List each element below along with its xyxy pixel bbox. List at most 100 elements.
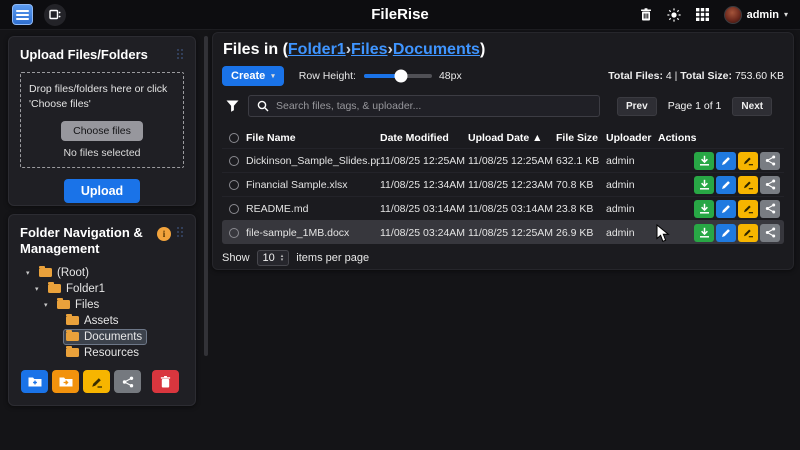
select-all-checkbox[interactable] — [229, 133, 239, 143]
delete-folder-button[interactable] — [152, 370, 179, 393]
totals-text: Total Files: 4 | Total Size: 753.60 KB — [608, 70, 784, 82]
share-button[interactable] — [760, 200, 780, 218]
search-input[interactable] — [276, 100, 591, 112]
total-files-label: Total Files: — [608, 70, 663, 82]
row-checkbox[interactable] — [229, 180, 239, 190]
pencil-line-icon — [743, 227, 754, 238]
info-icon[interactable] — [157, 227, 171, 241]
download-button[interactable] — [694, 176, 714, 194]
row-checkbox[interactable] — [229, 204, 239, 214]
row-checkbox[interactable] — [229, 156, 239, 166]
avatar — [724, 6, 742, 24]
folder-label: Folder1 — [66, 283, 105, 295]
cell-date-modified: 11/08/25 12:25AM — [380, 155, 468, 167]
share-nodes-icon — [765, 227, 776, 238]
edit-button[interactable] — [716, 152, 736, 170]
cell-file-size: 70.8 KB — [556, 179, 606, 191]
upload-card: Upload Files/Folders Drop files/folders … — [8, 36, 196, 206]
folder-tree-item[interactable]: ▾ Files — [26, 297, 184, 313]
edit-button[interactable] — [716, 200, 736, 218]
folder-tree-item[interactable]: ▾ (Root) — [26, 265, 184, 281]
next-page-button[interactable]: Next — [732, 97, 772, 116]
rename-button[interactable] — [738, 224, 758, 242]
panel-toggle-button[interactable] — [44, 4, 66, 26]
rename-folder-button[interactable] — [83, 370, 110, 393]
cell-file-name[interactable]: Dickinson_Sample_Slides.pptx — [246, 155, 380, 167]
user-menu[interactable]: admin ▾ — [724, 6, 788, 24]
download-button[interactable] — [694, 152, 714, 170]
items-per-page-select[interactable]: 10 ▴▾ — [257, 250, 290, 266]
cell-uploader: admin — [606, 227, 658, 239]
breadcrumb-link-documents[interactable]: Documents — [393, 41, 480, 58]
share-button[interactable] — [760, 224, 780, 242]
table-row[interactable]: file-sample_1MB.docx 11/08/25 03:24AM 11… — [222, 220, 784, 244]
folder-icon — [66, 316, 79, 325]
tree-caret-icon[interactable]: ▾ — [44, 301, 54, 309]
move-folder-button[interactable] — [52, 370, 79, 393]
table-row[interactable]: Financial Sample.xlsx 11/08/25 12:34AM 1… — [222, 172, 784, 196]
drag-handle-icon[interactable] — [177, 227, 184, 238]
tree-caret-icon[interactable]: ▾ — [26, 269, 36, 277]
vertical-scrollbar[interactable] — [204, 36, 208, 356]
folder-tree-item[interactable]: Assets — [26, 313, 184, 329]
pencil-icon — [721, 203, 732, 214]
folder-tree-item[interactable]: Documents — [26, 329, 184, 345]
share-button[interactable] — [760, 152, 780, 170]
header-file-size[interactable]: File Size — [556, 132, 606, 144]
create-button[interactable]: Create ▾ — [222, 66, 284, 86]
folder-icon — [66, 332, 79, 341]
download-button[interactable] — [694, 224, 714, 242]
file-dropzone[interactable]: Drop files/folders here or click 'Choose… — [20, 72, 184, 167]
topbar: FileRise — [0, 0, 800, 30]
heading-prefix: Files in ( — [223, 41, 288, 58]
total-files-value: 4 — [666, 70, 672, 82]
share-button[interactable] — [760, 176, 780, 194]
cell-file-name[interactable]: file-sample_1MB.docx — [246, 227, 380, 239]
breadcrumb-link-folder1[interactable]: Folder1 — [288, 41, 346, 58]
folder-label: Assets — [84, 315, 119, 327]
header-upload-date[interactable]: Upload Date ▲ — [468, 132, 556, 144]
header-file-name[interactable]: File Name — [246, 132, 380, 144]
table-row[interactable]: Dickinson_Sample_Slides.pptx 11/08/25 12… — [222, 148, 784, 172]
grid-view-icon[interactable] — [696, 8, 709, 21]
theme-toggle-sun-icon[interactable] — [667, 8, 681, 22]
cell-file-name[interactable]: README.md — [246, 203, 380, 215]
header-uploader[interactable]: Uploader — [606, 132, 658, 144]
choose-files-button[interactable]: Choose files — [61, 121, 143, 141]
create-folder-button[interactable] — [21, 370, 48, 393]
table-row[interactable]: README.md 11/08/25 03:14AM 11/08/25 03:1… — [222, 196, 784, 220]
header-date-modified[interactable]: Date Modified — [380, 132, 468, 144]
chevron-down-icon: ▾ — [784, 10, 788, 19]
trash-icon[interactable] — [640, 8, 652, 21]
table-header-row: File Name Date Modified Upload Date ▲ Fi… — [222, 127, 784, 148]
rename-button[interactable] — [738, 176, 758, 194]
edit-button[interactable] — [716, 176, 736, 194]
prev-page-button[interactable]: Prev — [617, 97, 657, 116]
search-box[interactable] — [248, 95, 600, 117]
share-nodes-icon — [765, 179, 776, 190]
download-button[interactable] — [694, 200, 714, 218]
folder-tree-item[interactable]: Resources — [26, 345, 184, 361]
upload-button[interactable]: Upload — [64, 179, 140, 203]
tree-caret-icon[interactable]: ▾ — [35, 285, 45, 293]
filter-button[interactable] — [226, 100, 239, 112]
create-button-label: Create — [231, 70, 265, 82]
total-size-label: Total Size: — [680, 70, 732, 82]
row-height-slider[interactable] — [364, 74, 432, 78]
drag-handle-icon[interactable] — [177, 49, 184, 60]
edit-button[interactable] — [716, 224, 736, 242]
folder-tree-item[interactable]: ▾ Folder1 — [26, 281, 184, 297]
row-checkbox[interactable] — [229, 228, 239, 238]
rename-button[interactable] — [738, 152, 758, 170]
cell-file-name[interactable]: Financial Sample.xlsx — [246, 179, 380, 191]
slider-thumb[interactable] — [395, 70, 408, 83]
row-height-value: 48px — [439, 70, 462, 82]
search-icon — [257, 100, 269, 112]
share-nodes-icon — [765, 155, 776, 166]
share-folder-button[interactable] — [114, 370, 141, 393]
rename-button[interactable] — [738, 200, 758, 218]
breadcrumb-link-files[interactable]: Files — [351, 41, 387, 58]
header-actions: Actions — [658, 132, 784, 144]
cell-uploader: admin — [606, 203, 658, 215]
items-per-page-label: items per page — [296, 252, 369, 264]
